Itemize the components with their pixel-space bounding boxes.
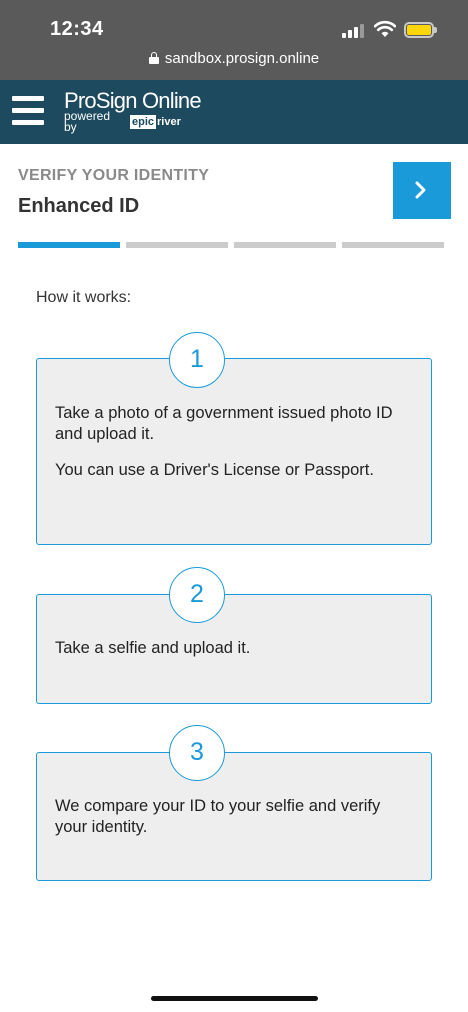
progress-steps	[18, 242, 444, 248]
progress-step-1	[18, 242, 120, 248]
next-button[interactable]	[393, 162, 451, 219]
chevron-right-icon	[415, 181, 426, 199]
cellular-signal-icon	[342, 24, 364, 38]
powered-by-text: powered by	[64, 109, 111, 134]
epicriver-logo-river: river	[157, 116, 181, 128]
step-text-2: Take a selfie and upload it.	[55, 639, 251, 657]
wifi-icon	[374, 20, 396, 37]
status-time: 12:34	[50, 18, 104, 40]
battery-icon	[404, 22, 437, 38]
how-it-works-heading: How it works:	[36, 289, 132, 306]
progress-step-3	[234, 242, 336, 248]
url-text: sandbox.prosign.online	[164, 50, 320, 67]
step-note-1: You can use a Driver's License or Passpo…	[55, 461, 374, 479]
step-number-1: 1	[169, 332, 225, 388]
app-header: ProSign Online powered by epic river	[0, 80, 468, 144]
lock-icon	[148, 52, 159, 64]
url-bar[interactable]: sandbox.prosign.online	[0, 50, 468, 72]
page-title: Enhanced ID	[18, 195, 140, 217]
section-kicker: VERIFY YOUR IDENTITY	[18, 167, 210, 184]
step-text-1: Take a photo of a government issued phot…	[55, 404, 393, 443]
step-card-1	[36, 358, 432, 545]
home-indicator[interactable]	[151, 996, 318, 1001]
epicriver-logo-epic: epic	[130, 115, 157, 129]
progress-step-2	[126, 242, 228, 248]
hamburger-menu-icon[interactable]	[12, 96, 44, 126]
step-text-3: We compare your ID to your selfie and ve…	[55, 797, 381, 836]
step-number-2: 2	[169, 567, 225, 623]
step-number-3: 3	[169, 725, 225, 781]
status-bar: 12:34 sandbox.prosign.online	[0, 0, 468, 80]
progress-step-4	[342, 242, 444, 248]
